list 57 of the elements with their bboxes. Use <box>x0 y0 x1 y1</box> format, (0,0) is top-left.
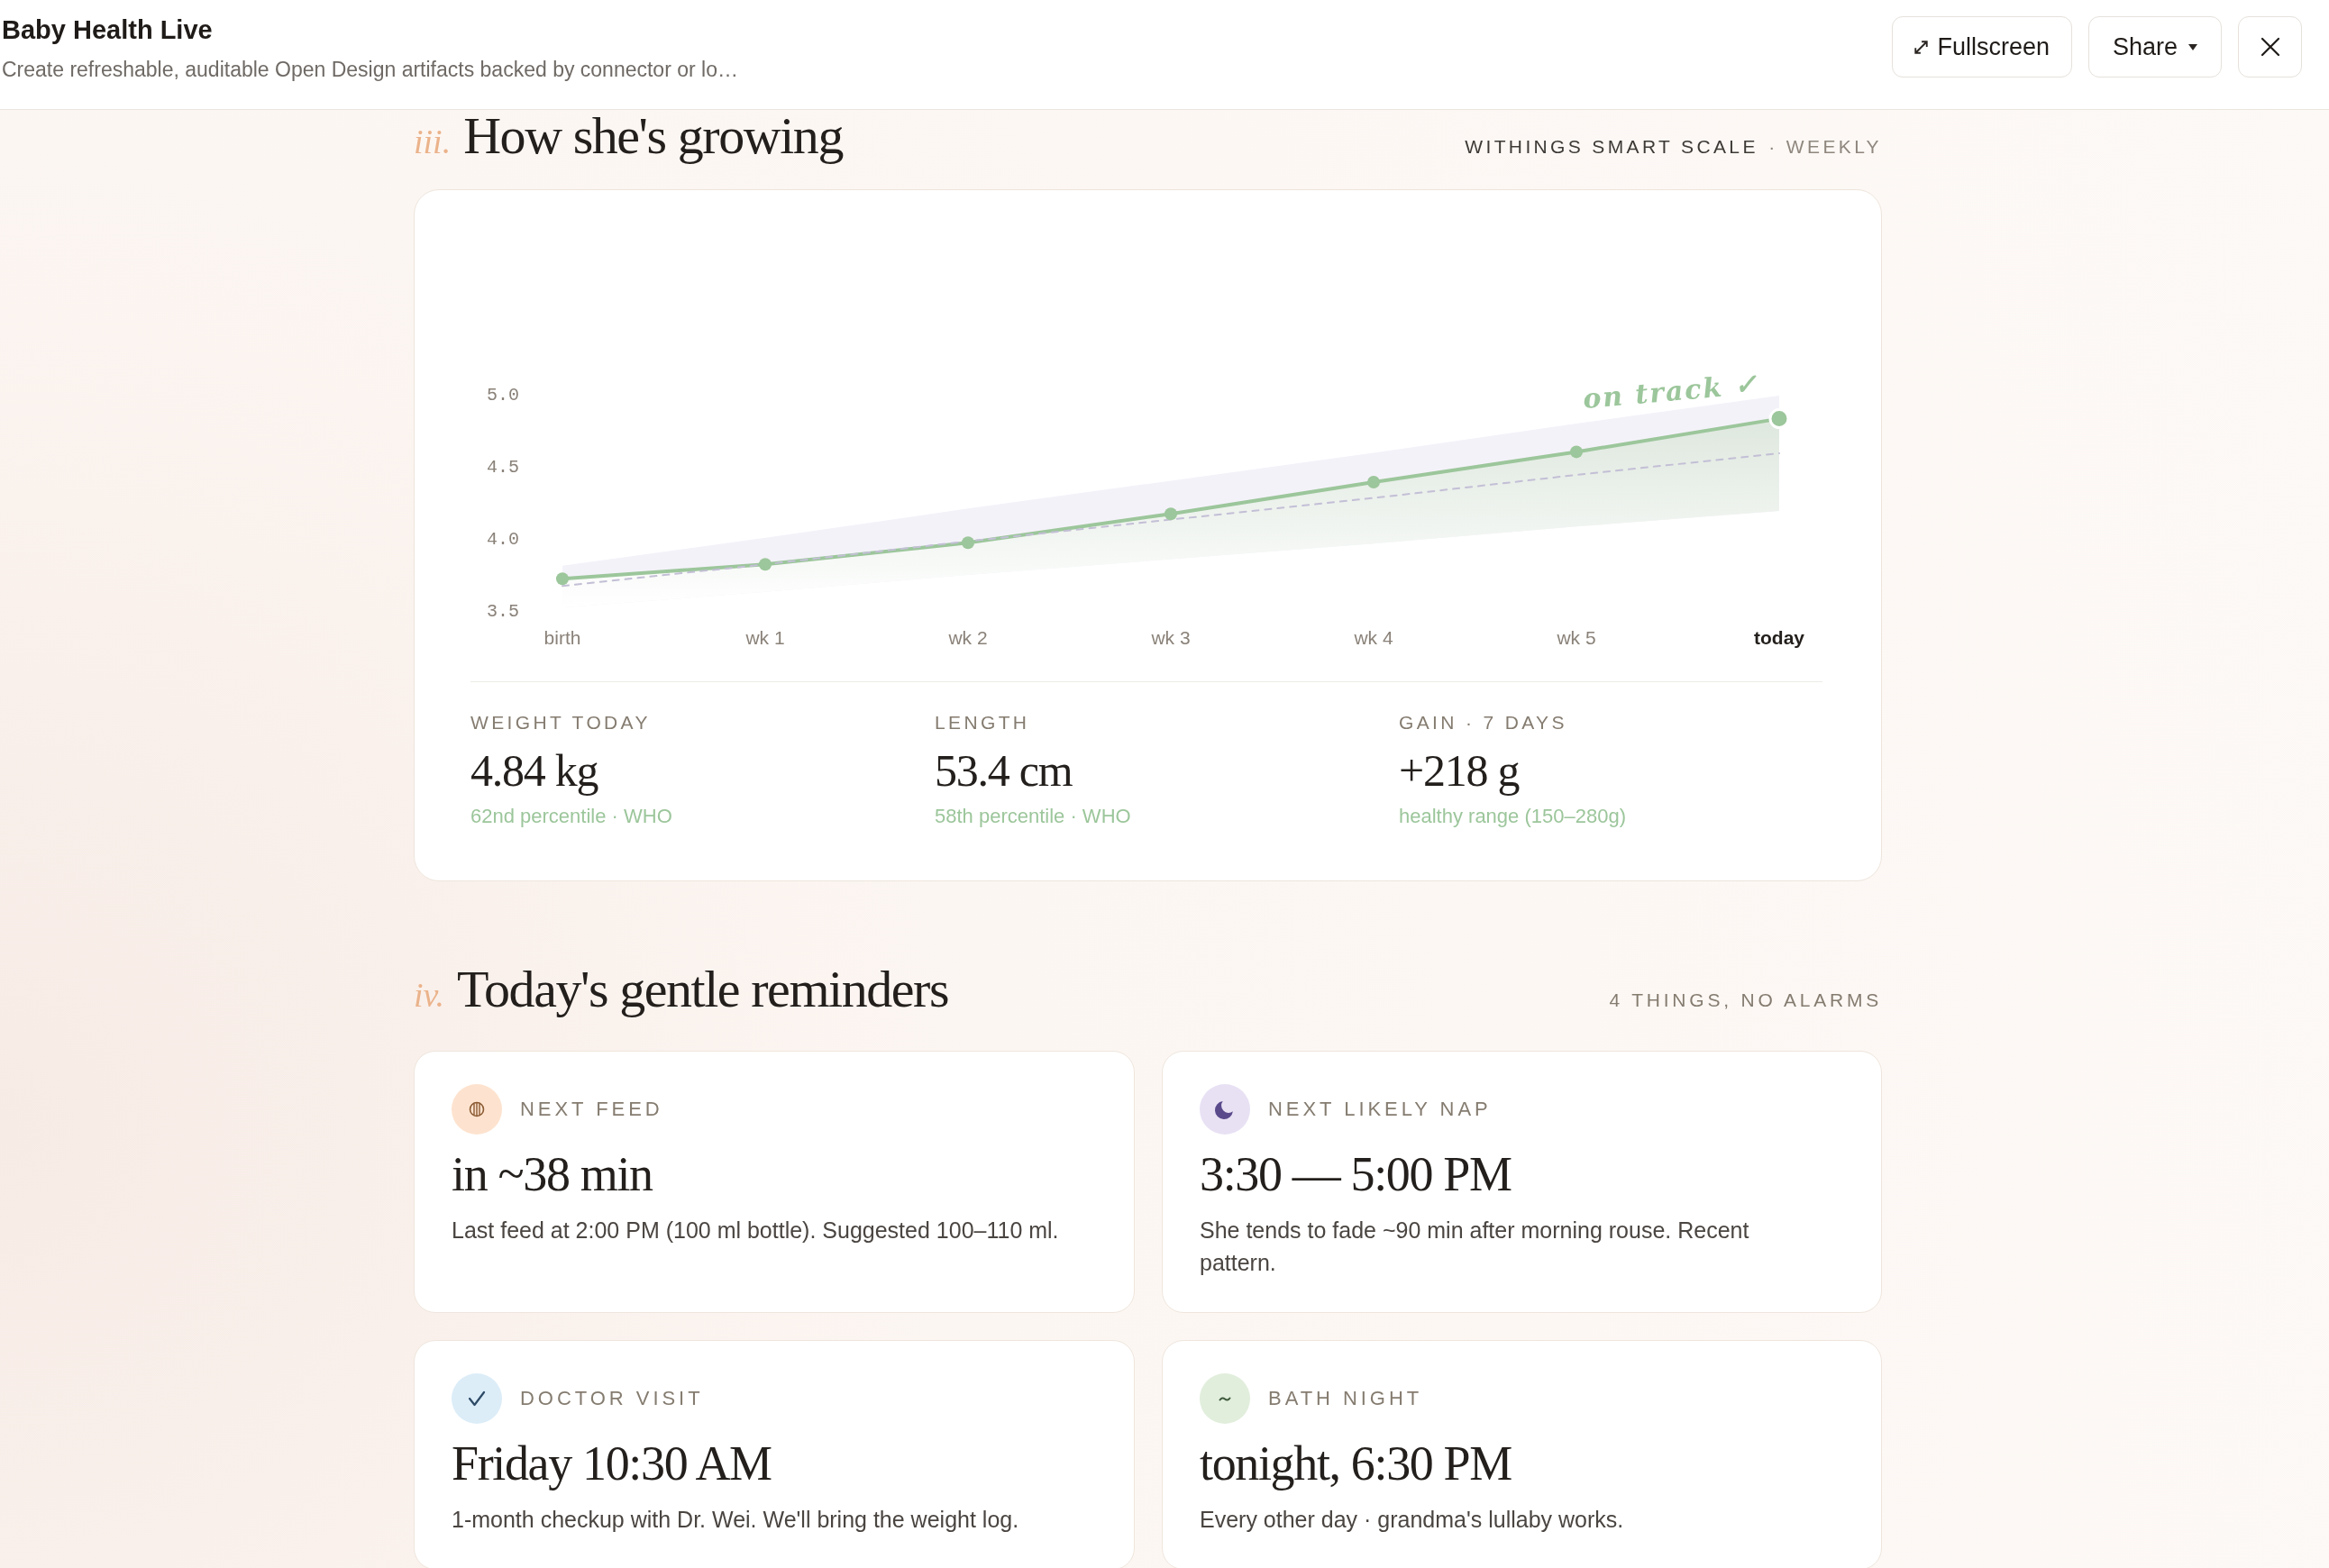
data-point <box>556 572 569 586</box>
x-axis-label: wk 5 <box>1557 626 1596 648</box>
section-numeral: iv. <box>414 978 445 1012</box>
moon-icon <box>1200 1084 1250 1135</box>
wave-icon <box>1200 1373 1250 1424</box>
x-axis-label: wk 4 <box>1354 626 1393 648</box>
x-axis-label: today <box>1754 626 1804 648</box>
x-axis-label: birth <box>543 626 581 648</box>
reminder-label: BATH NIGHT <box>1268 1387 1423 1410</box>
close-button[interactable] <box>2238 16 2302 77</box>
striped-circle-icon <box>452 1084 502 1135</box>
stat-label: WEIGHT TODAY <box>470 712 652 734</box>
reminder-time: in ~38 min <box>452 1147 654 1201</box>
cadence-label: · WEEKLY <box>1768 135 1882 159</box>
y-axis-label: 4.5 <box>487 457 519 479</box>
data-point <box>1164 507 1177 521</box>
reminder-time: Friday 10:30 AM <box>452 1436 772 1491</box>
reminder-time: tonight, 6:30 PM <box>1200 1436 1512 1491</box>
reminder-detail: She tends to fade ~90 min after morning rouse. Recent pattern. <box>1200 1217 1750 1277</box>
check-icon <box>452 1373 502 1424</box>
reminder-detail: 1-month checkup with Dr. Wei. We'll bring the weight log. <box>452 1506 1020 1534</box>
close-icon <box>2260 37 2280 57</box>
reminder-summary: 4 THINGS, NO ALARMS <box>1609 989 1882 1012</box>
data-source-label: WITHINGS SMART SCALE <box>1465 135 1758 159</box>
x-axis-label: wk 2 <box>948 626 988 648</box>
data-point <box>962 536 974 550</box>
data-point <box>1570 445 1583 459</box>
data-point <box>1367 476 1380 488</box>
chart-annotation: on track ✓ <box>1581 368 1760 415</box>
diagonal-arrows-icon <box>1914 40 1929 54</box>
app-title: Baby Health Live <box>2 14 214 45</box>
reminder-label: DOCTOR VISIT <box>520 1387 704 1410</box>
caret-icon <box>2188 43 2197 50</box>
stat-note: 62nd percentile · WHO <box>470 805 673 828</box>
x-axis-label: wk 1 <box>745 626 785 648</box>
reminder-label: NEXT FEED <box>520 1098 663 1121</box>
stat-note: 58th percentile · WHO <box>935 805 1132 828</box>
stat-label: GAIN · 7 DAYS <box>1399 712 1568 734</box>
reminder-detail: Last feed at 2:00 PM (100 ml bottle). Suggested 100–110 ml. <box>452 1217 1060 1244</box>
y-axis-label: 5.0 <box>487 385 519 406</box>
share-button[interactable]: Share <box>2087 16 2222 77</box>
stat-note: healthy range (150–280g) <box>1399 805 1627 828</box>
stat-label: LENGTH <box>935 712 1031 734</box>
app-subtitle: Create refreshable, auditable Open Design artifacts backed by connector or lo… <box>2 57 738 82</box>
y-axis-label: 3.5 <box>487 601 519 623</box>
fullscreen-button[interactable]: Fullscreen <box>1892 16 2072 77</box>
x-axis-label: wk 3 <box>1151 626 1191 648</box>
data-point <box>1768 408 1790 430</box>
section-title: Today's gentle reminders <box>457 963 949 1016</box>
data-point <box>759 558 772 571</box>
reminder-label: NEXT LIKELY NAP <box>1268 1098 1492 1121</box>
section-title: How she's growing <box>463 110 843 162</box>
stat-value: 53.4 cm <box>935 748 1073 793</box>
y-axis-label: 4.0 <box>487 529 519 551</box>
reminder-time: 3:30 — 5:00 PM <box>1200 1147 1512 1201</box>
reminder-detail: Every other day · grandma's lullaby works. <box>1200 1506 1625 1534</box>
section-numeral: iii. <box>414 124 452 159</box>
